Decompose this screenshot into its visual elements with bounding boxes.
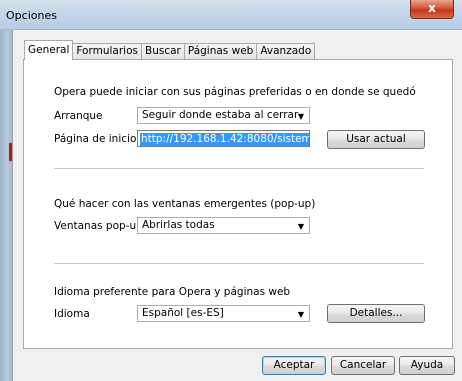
popups-dropdown[interactable]: Abrirlas todas ▼	[137, 217, 310, 234]
arrow-down-icon: ▼	[297, 222, 304, 231]
section-divider	[54, 263, 424, 264]
popups-heading: Qué hacer con las ventanas emergentes (p…	[54, 198, 316, 210]
language-heading: Idioma preferente para Opera y páginas w…	[54, 286, 291, 298]
homepage-value: http://192.168.1.42:8080/sistemainfoian/…	[140, 133, 309, 146]
tab-formularios[interactable]: Formularios	[72, 43, 142, 60]
popups-value: Abrirlas todas	[142, 219, 215, 231]
tab-strip: General Formularios Buscar Páginas web A…	[24, 40, 316, 60]
close-button[interactable]: x	[410, 0, 454, 19]
close-icon: x	[428, 1, 436, 15]
arrow-down-icon: ▼	[297, 310, 304, 319]
tab-general[interactable]: General	[24, 40, 74, 60]
arranque-dropdown[interactable]: Seguir donde estaba al cerrar ▼	[137, 107, 310, 124]
tab-paginas-web[interactable]: Páginas web	[183, 43, 258, 60]
language-label: Idioma	[54, 308, 90, 320]
popups-label: Ventanas pop-up	[54, 220, 143, 232]
arrow-down-icon: ▼	[297, 112, 304, 121]
language-value: Español [es-ES]	[142, 307, 224, 319]
background-window-edge	[0, 0, 12, 381]
section-divider	[54, 168, 424, 169]
tab-buscar[interactable]: Buscar	[140, 43, 185, 60]
language-dropdown[interactable]: Español [es-ES] ▼	[137, 305, 310, 322]
startup-heading: Opera puede iniciar con sus páginas pref…	[54, 86, 416, 98]
cancel-button[interactable]: Cancelar	[331, 356, 395, 375]
options-dialog: Opciones x General Formularios Buscar Pá…	[0, 0, 462, 381]
arranque-label: Arranque	[54, 110, 103, 122]
homepage-label: Página de inicio	[54, 133, 137, 145]
window-title: Opciones	[6, 9, 57, 22]
dialog-client-area: General Formularios Buscar Páginas web A…	[12, 30, 462, 381]
accept-button[interactable]: Aceptar	[262, 356, 326, 375]
use-current-button[interactable]: Usar actual	[327, 130, 425, 149]
arranque-value: Seguir donde estaba al cerrar	[142, 109, 299, 121]
title-bar[interactable]: Opciones x	[0, 0, 462, 30]
details-button[interactable]: Detalles...	[327, 304, 425, 323]
help-button[interactable]: Ayuda	[399, 356, 455, 375]
tab-avanzado[interactable]: Avanzado	[256, 43, 316, 60]
homepage-input[interactable]: http://192.168.1.42:8080/sistemainfoian/…	[137, 130, 310, 147]
general-panel: Opera puede iniciar con sus páginas pref…	[23, 59, 453, 349]
